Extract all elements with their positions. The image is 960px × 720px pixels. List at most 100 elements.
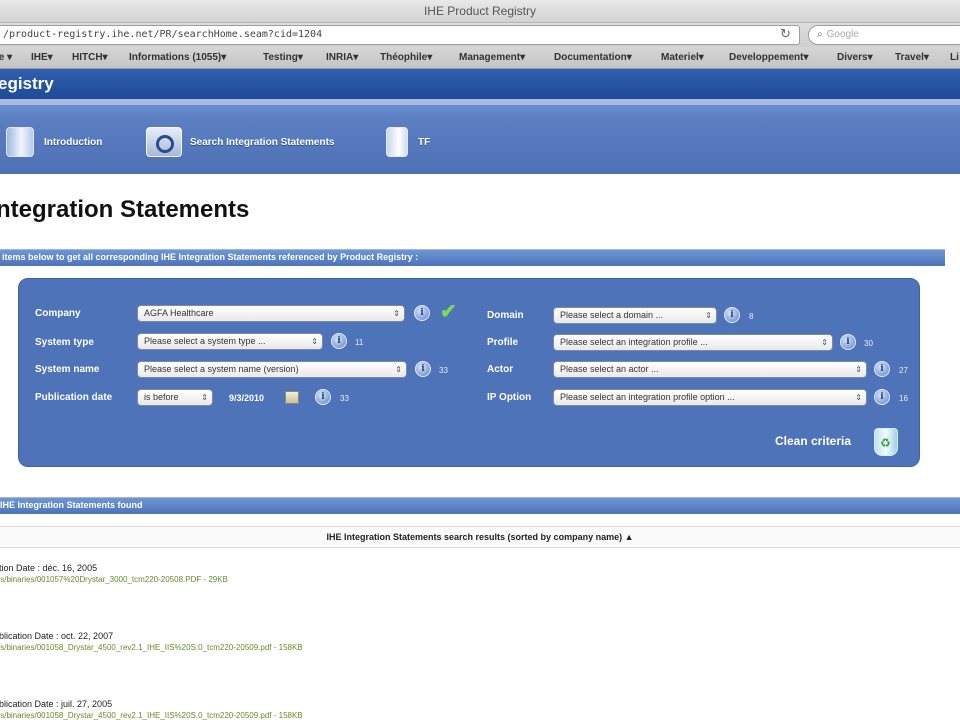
info-icon[interactable]: i xyxy=(331,333,347,349)
reload-icon[interactable]: ↻ xyxy=(780,26,791,42)
actor-select-value: Please select an actor ... xyxy=(560,364,659,374)
chevron-updown-icon: ⇕ xyxy=(821,338,828,347)
book-icon xyxy=(386,127,408,157)
app-banner: egistry xyxy=(0,69,960,99)
system-name-count: 33 xyxy=(439,366,448,375)
browser-search-input[interactable]: ⌕ Google xyxy=(808,25,960,45)
date-operator-select[interactable]: is before ⇕ xyxy=(137,389,213,406)
date-operator-value: is before xyxy=(144,392,179,402)
system-type-select-value: Please select a system type ... xyxy=(144,336,266,346)
document-icon xyxy=(6,127,34,157)
bookmark-item[interactable]: HITCH▾ xyxy=(72,52,108,63)
profile-select[interactable]: Please select an integration profile ...… xyxy=(553,334,833,351)
bookmark-item[interactable]: Informations (1055)▾ xyxy=(129,52,226,63)
toolbar-search-integration-statements[interactable]: Search Integration Statements xyxy=(146,125,334,159)
criteria-header: items below to get all corresponding IHE… xyxy=(0,249,945,266)
result-item: ublication Date : oct. 22, 2007 ies/bina… xyxy=(0,620,303,652)
magnifier-icon xyxy=(146,127,182,157)
system-name-select[interactable]: Please select a system name (version) ⇕ xyxy=(137,361,407,378)
publication-date-value[interactable]: 9/3/2010 xyxy=(229,393,264,403)
actor-count: 27 xyxy=(899,366,908,375)
chevron-updown-icon: ⇕ xyxy=(311,337,318,346)
window-title: IHE Product Registry xyxy=(423,4,537,18)
chevron-updown-icon: ⇕ xyxy=(855,365,862,374)
bookmark-item[interactable]: IHE▾ xyxy=(31,52,53,63)
actor-label: Actor xyxy=(487,364,514,375)
window-title-bar: IHE Product Registry xyxy=(0,0,960,23)
result-date: ublication Date : juil. 27, 2005 xyxy=(0,699,113,709)
chevron-updown-icon: ⇕ xyxy=(705,311,712,320)
clean-criteria-button[interactable]: Clean criteria xyxy=(775,434,851,448)
url-bar[interactable]: /product-registry.ihe.net/PR/searchHome.… xyxy=(0,25,800,45)
info-icon[interactable]: i xyxy=(840,334,856,350)
result-file-link[interactable]: ies/binaries/001057%20Drystar_3000_tcm22… xyxy=(0,575,228,584)
bookmark-item[interactable]: le ▾ xyxy=(0,52,12,63)
actor-select[interactable]: Please select an actor ... ⇕ xyxy=(553,361,867,378)
bookmark-item[interactable]: INRIA▾ xyxy=(326,52,358,63)
result-item: ublication Date : juil. 27, 2005 ies/bin… xyxy=(0,688,303,720)
publication-date-label: Publication date xyxy=(35,392,113,403)
bookmark-item[interactable]: Management▾ xyxy=(459,52,525,63)
result-file-link[interactable]: ies/binaries/001058_Drystar_4500_rev2.1_… xyxy=(0,643,303,652)
ip-option-select-value: Please select an integration profile opt… xyxy=(560,392,735,402)
info-icon[interactable]: i xyxy=(415,361,431,377)
calendar-icon[interactable] xyxy=(285,391,299,404)
info-icon[interactable]: i xyxy=(414,305,430,321)
bookmark-item[interactable]: Developpement▾ xyxy=(729,52,808,63)
bookmark-item[interactable]: Travel▾ xyxy=(895,52,929,63)
trash-icon[interactable] xyxy=(874,428,898,456)
result-item: ation Date : déc. 16, 2005 ies/binaries/… xyxy=(0,552,228,584)
chevron-updown-icon: ⇕ xyxy=(201,393,208,402)
toolbar-label: Search Integration Statements xyxy=(190,136,335,148)
result-file-link[interactable]: ies/binaries/001058_Drystar_4500_rev2.1_… xyxy=(0,711,303,720)
bookmarks-bar: le ▾ IHE▾ HITCH▾ Informations (1055)▾ Te… xyxy=(0,47,960,69)
publication-date-count: 33 xyxy=(340,394,349,403)
ip-option-label: IP Option xyxy=(487,392,532,403)
info-icon[interactable]: i xyxy=(874,389,890,405)
domain-count: 8 xyxy=(749,312,754,321)
search-criteria-panel: Company AGFA Healthcare ⇕ i ✔ System type… xyxy=(18,278,920,467)
system-name-label: System name xyxy=(35,364,100,375)
bookmark-item[interactable]: Li xyxy=(950,52,959,63)
result-date: ublication Date : oct. 22, 2007 xyxy=(0,631,114,641)
profile-count: 30 xyxy=(864,339,873,348)
domain-select-value: Please select a domain ... xyxy=(560,310,664,320)
address-row: /product-registry.ihe.net/PR/searchHome.… xyxy=(0,23,960,47)
profile-label: Profile xyxy=(487,337,519,348)
result-name[interactable] xyxy=(0,552,228,563)
system-type-count: 11 xyxy=(355,338,364,347)
toolbar-label: Introduction xyxy=(44,136,103,148)
toolbar-introduction[interactable]: Introduction xyxy=(6,125,102,159)
toolbar-tf[interactable]: TF xyxy=(386,125,430,159)
chevron-updown-icon: ⇕ xyxy=(395,365,402,374)
system-name-select-value: Please select a system name (version) xyxy=(144,364,299,374)
app-title: egistry xyxy=(0,74,54,93)
info-icon[interactable]: i xyxy=(874,361,890,377)
chevron-updown-icon: ⇕ xyxy=(393,309,400,318)
bookmark-item[interactable]: Testing▾ xyxy=(263,52,303,63)
toolbar-label: TF xyxy=(418,136,431,148)
chevron-updown-icon: ⇕ xyxy=(855,393,862,402)
ip-option-select[interactable]: Please select an integration profile opt… xyxy=(553,389,867,406)
company-select[interactable]: AGFA Healthcare ⇕ xyxy=(137,305,405,322)
results-sort-header[interactable]: IHE Integration Statements search result… xyxy=(0,526,960,548)
company-label: Company xyxy=(35,308,81,319)
results-bar: IHE Integration Statements found xyxy=(0,497,960,514)
system-type-select[interactable]: Please select a system type ... ⇕ xyxy=(137,333,323,350)
result-name[interactable] xyxy=(0,688,303,699)
bookmark-item[interactable]: Théophile▾ xyxy=(380,52,432,63)
domain-select[interactable]: Please select a domain ... ⇕ xyxy=(553,307,717,324)
domain-label: Domain xyxy=(487,310,524,321)
bookmark-item[interactable]: Materiel▾ xyxy=(661,52,704,63)
bookmark-item[interactable]: Documentation▾ xyxy=(554,52,632,63)
search-icon: ⌕ xyxy=(817,29,823,40)
result-date: ation Date : déc. 16, 2005 xyxy=(0,563,98,573)
info-icon[interactable]: i xyxy=(315,389,331,405)
result-name[interactable] xyxy=(0,620,303,631)
info-icon[interactable]: i xyxy=(724,307,740,323)
company-select-value: AGFA Healthcare xyxy=(144,308,214,318)
bookmark-item[interactable]: Divers▾ xyxy=(837,52,873,63)
profile-select-value: Please select an integration profile ... xyxy=(560,337,708,347)
system-type-label: System type xyxy=(35,337,94,348)
url-text: /product-registry.ihe.net/PR/searchHome.… xyxy=(3,29,323,40)
